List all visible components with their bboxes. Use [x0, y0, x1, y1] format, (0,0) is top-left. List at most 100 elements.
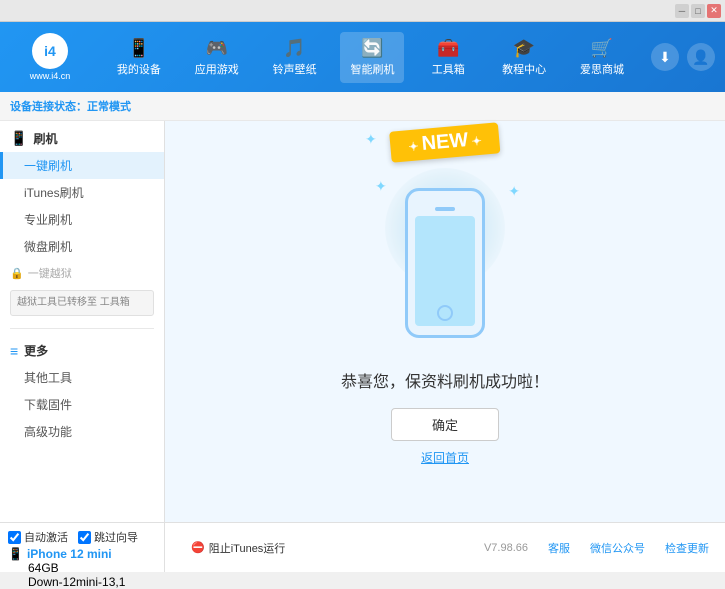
logo[interactable]: i4 www.i4.cn [10, 33, 90, 81]
sidebar-item-other-tools[interactable]: 其他工具 [0, 364, 164, 391]
restore-button[interactable]: □ [691, 4, 705, 18]
main-content: ✦ ✦ ✦ NEW 恭喜您，保资料刷机成功啦！ 确定 返回首页 [165, 121, 725, 522]
shop-label: 爱思商城 [580, 61, 624, 77]
checkbox-auto-activate[interactable]: 自动激活 [8, 529, 68, 545]
auto-activate-checkbox[interactable] [8, 531, 21, 544]
status-label: 设备连接状态： [10, 101, 87, 113]
shop-icon: 🛒 [591, 38, 613, 59]
sparkle-2: ✦ [508, 183, 520, 200]
service-link[interactable]: 客服 [548, 540, 570, 556]
flash-group-icon: 📱 [10, 130, 27, 147]
logo-url: www.i4.cn [30, 71, 71, 81]
sidebar-more-group: ≡ 更多 [0, 337, 164, 364]
sidebar-item-onekey-flash[interactable]: 一键刷机 [0, 152, 164, 179]
nav-ringtones[interactable]: 🎵 铃声壁纸 [263, 32, 327, 83]
other-tools-label: 其他工具 [24, 371, 72, 385]
auto-activate-label: 自动激活 [24, 529, 68, 545]
my-device-icon: 📱 [128, 38, 150, 59]
nav-apps-games[interactable]: 🎮 应用游戏 [185, 32, 249, 83]
nav-my-device[interactable]: 📱 我的设备 [107, 32, 171, 83]
device-details: 64GB Down-12mini-13,1 [8, 561, 156, 589]
sidebar-item-micro-flash[interactable]: 微盘刷机 [0, 233, 164, 260]
version-text: V7.98.66 [484, 542, 528, 554]
sparkle-3: ✦ [365, 131, 377, 148]
sidebar-jailbreak-locked: 🔒 一键越狱 [0, 260, 164, 286]
tutorials-icon: 🎓 [513, 38, 535, 59]
back-link[interactable]: 返回首页 [421, 449, 469, 466]
new-banner: NEW [389, 122, 501, 162]
confirm-button[interactable]: 确定 [391, 408, 499, 441]
nav-smart-flash[interactable]: 🔄 智能刷机 [340, 32, 404, 83]
sidebar-item-itunes-flash[interactable]: iTunes刷机 [0, 179, 164, 206]
advanced-label: 高级功能 [24, 425, 72, 439]
device-storage: 64GB [28, 561, 59, 575]
success-message: 恭喜您，保资料刷机成功啦！ [341, 368, 549, 392]
sidebar-flash-group: 📱 刷机 [0, 125, 164, 152]
status-bar: 设备连接状态：正常模式 [0, 92, 725, 121]
phone-home-button [437, 305, 453, 321]
header: i4 www.i4.cn 📱 我的设备 🎮 应用游戏 🎵 铃声壁纸 🔄 智能刷机… [0, 22, 725, 92]
micro-flash-label: 微盘刷机 [24, 240, 72, 254]
sidebar-more-section: ≡ 更多 其他工具 下载固件 高级功能 [0, 333, 164, 449]
minimize-button[interactable]: ─ [675, 4, 689, 18]
sidebar-divider [10, 328, 154, 329]
smart-flash-icon: 🔄 [361, 38, 383, 59]
main-area: 📱 刷机 一键刷机 iTunes刷机 专业刷机 微盘刷机 🔒 一键越狱 越狱工具… [0, 121, 725, 522]
itunes-flash-label: iTunes刷机 [24, 186, 84, 200]
download-button[interactable]: ⬇ [651, 43, 679, 71]
sidebar-flash-section: 📱 刷机 一键刷机 iTunes刷机 专业刷机 微盘刷机 🔒 一键越狱 越狱工具… [0, 121, 164, 324]
more-group-label: 更多 [24, 342, 48, 359]
toolbox-icon: 🧰 [437, 38, 459, 59]
phone-speaker [435, 207, 455, 211]
jailbreak-note-text: 越狱工具已转移至 工具箱 [17, 297, 130, 308]
flash-group-label: 刷机 [33, 130, 57, 147]
onekey-flash-label: 一键刷机 [24, 159, 72, 173]
itunes-status[interactable]: ⛔ 阻止iTunes运行 [181, 540, 285, 556]
jailbreak-label: 一键越狱 [28, 265, 72, 281]
apps-icon: 🎮 [206, 38, 228, 59]
skip-wizard-checkbox[interactable] [78, 531, 91, 544]
device-model: Down-12mini-13,1 [28, 575, 125, 589]
download-firmware-label: 下载固件 [24, 398, 72, 412]
nav-bar: 📱 我的设备 🎮 应用游戏 🎵 铃声壁纸 🔄 智能刷机 🧰 工具箱 🎓 教程中心… [100, 32, 641, 83]
ringtones-label: 铃声壁纸 [273, 61, 317, 77]
checkbox-skip-wizard[interactable]: 跳过向导 [78, 529, 138, 545]
nav-tutorials[interactable]: 🎓 教程中心 [492, 32, 556, 83]
bottom-right-links: V7.98.66 客服 微信公众号 检查更新 [484, 540, 709, 556]
wechat-link[interactable]: 微信公众号 [590, 540, 645, 556]
pro-flash-label: 专业刷机 [24, 213, 72, 227]
bottom-sidebar: 自动激活 跳过向导 📱 iPhone 12 mini 64GB Down-12m… [0, 522, 165, 572]
nav-right-buttons: ⬇ 👤 [651, 43, 715, 71]
ringtones-icon: 🎵 [283, 38, 305, 59]
device-row: 📱 iPhone 12 mini [8, 547, 156, 561]
sidebar-item-pro-flash[interactable]: 专业刷机 [0, 206, 164, 233]
device-name: iPhone 12 mini [27, 547, 112, 561]
bottom-bar: 自动激活 跳过向导 📱 iPhone 12 mini 64GB Down-12m… [0, 522, 725, 572]
sidebar: 📱 刷机 一键刷机 iTunes刷机 专业刷机 微盘刷机 🔒 一键越狱 越狱工具… [0, 121, 165, 522]
lock-icon: 🔒 [10, 267, 24, 280]
nav-shop[interactable]: 🛒 爱思商城 [570, 32, 634, 83]
close-button[interactable]: ✕ [707, 4, 721, 18]
apps-label: 应用游戏 [195, 61, 239, 77]
bottom-status-area: ⛔ 阻止iTunes运行 V7.98.66 客服 微信公众号 检查更新 [165, 522, 725, 572]
phone-body [405, 188, 485, 338]
toolbox-label: 工具箱 [432, 61, 465, 77]
sidebar-item-download-firmware[interactable]: 下载固件 [0, 391, 164, 418]
logo-icon: i4 [32, 33, 68, 69]
smart-flash-label: 智能刷机 [350, 61, 394, 77]
itunes-status-label: 阻止iTunes运行 [209, 540, 286, 556]
tutorials-label: 教程中心 [502, 61, 546, 77]
sparkle-1: ✦ [375, 178, 387, 195]
sidebar-item-advanced[interactable]: 高级功能 [0, 418, 164, 445]
title-bar: ─ □ ✕ [0, 0, 725, 22]
sidebar-jailbreak-note: 越狱工具已转移至 工具箱 [10, 290, 154, 316]
user-button[interactable]: 👤 [687, 43, 715, 71]
more-group-icon: ≡ [10, 343, 18, 359]
itunes-icon: ⛔ [191, 541, 205, 554]
update-link[interactable]: 检查更新 [665, 540, 709, 556]
my-device-label: 我的设备 [117, 61, 161, 77]
nav-toolbox[interactable]: 🧰 工具箱 [418, 32, 478, 83]
device-icon: 📱 [8, 547, 23, 561]
phone-illustration: ✦ ✦ ✦ NEW [365, 178, 525, 348]
status-value: 正常模式 [87, 101, 131, 113]
